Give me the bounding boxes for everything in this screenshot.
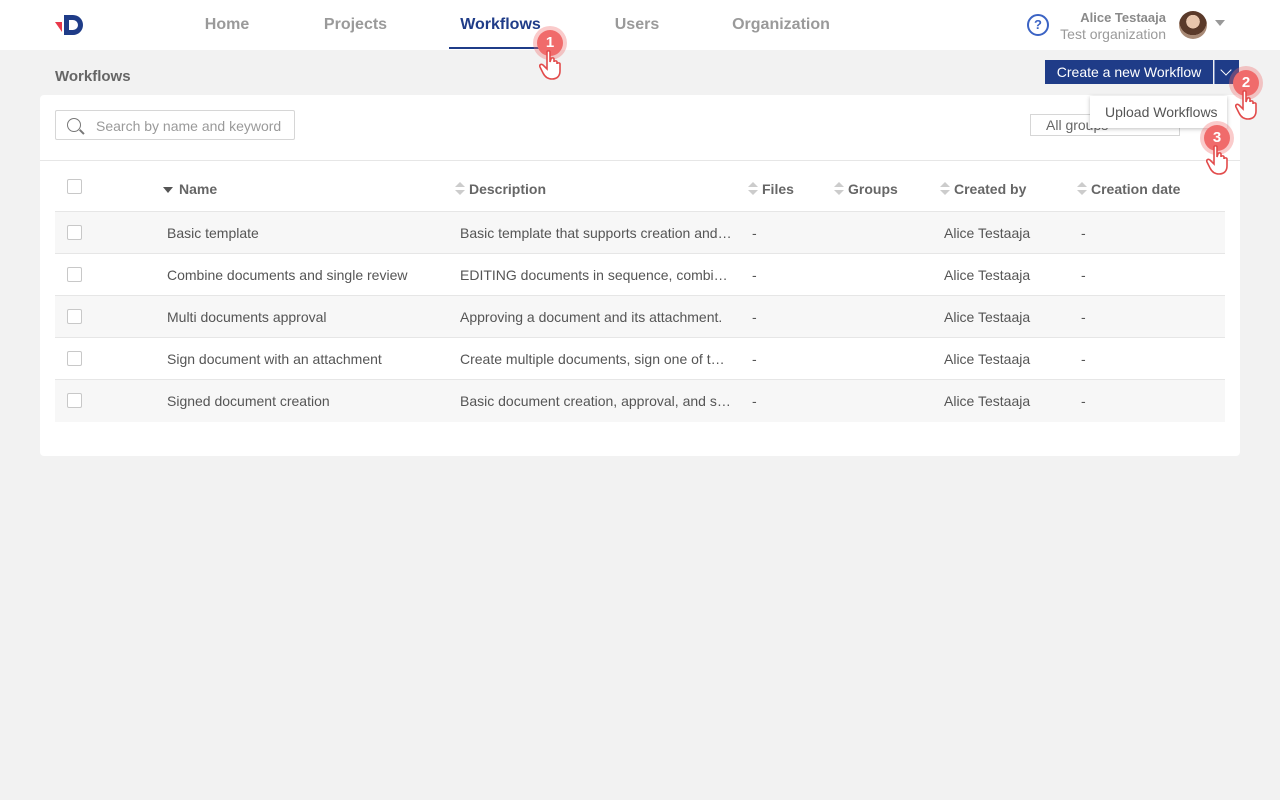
workflows-card: All groups Name Description Files Groups… [40,95,1240,456]
cell-name[interactable]: Signed document creation [167,393,437,409]
nav-organization[interactable]: Organization [727,0,835,50]
step-marker-2: 2 [1233,70,1263,120]
cell-name[interactable]: Sign document with an attachment [167,351,437,367]
sort-icon [940,182,950,196]
row-checkbox[interactable] [67,351,82,366]
cell-creation-date: - [1081,225,1086,241]
pointing-hand-icon [1206,145,1228,175]
cell-creation-date: - [1081,351,1086,367]
cell-description: Basic template that supports creation an… [460,225,732,241]
sort-icon [834,182,844,196]
divider [40,160,1240,161]
cell-files: - [752,393,757,409]
column-header-description[interactable]: Description [455,181,546,197]
cell-description: Basic document creation, approval, and s… [460,393,732,409]
create-options-menu: Upload Workflows [1090,96,1227,128]
cell-created-by: Alice Testaaja [944,225,1031,241]
nav-projects[interactable]: Projects [318,0,393,50]
sort-icon [1077,182,1087,196]
cell-files: - [752,309,757,325]
column-header-created-by[interactable]: Created by [940,181,1026,197]
cell-description: EDITING documents in sequence, combine t… [460,267,732,283]
cell-name[interactable]: Multi documents approval [167,309,437,325]
nav-home[interactable]: Home [197,0,257,50]
cell-description: Create multiple documents, sign one of t… [460,351,732,367]
table-row[interactable]: Sign document with an attachment Create … [55,338,1225,380]
search-icon [67,118,81,132]
chevron-down-icon[interactable] [1215,20,1225,26]
search-input[interactable] [96,116,286,136]
column-header-name[interactable]: Name [163,181,217,197]
create-workflow-button[interactable]: Create a new Workflow [1045,60,1213,84]
cell-created-by: Alice Testaaja [944,393,1031,409]
cell-name[interactable]: Combine documents and single review [167,267,437,283]
select-all-checkbox[interactable] [67,179,82,194]
table-row[interactable]: Signed document creation Basic document … [55,380,1225,422]
cell-created-by: Alice Testaaja [944,267,1031,283]
help-icon[interactable]: ? [1027,14,1049,36]
sort-icon [748,182,758,196]
step-marker-3: 3 [1204,125,1234,175]
cell-files: - [752,267,757,283]
nav-users[interactable]: Users [607,0,667,50]
cell-created-by: Alice Testaaja [944,351,1031,367]
step-marker-1: 1 [537,30,567,80]
table-row[interactable]: Combine documents and single review EDIT… [55,254,1225,296]
cell-creation-date: - [1081,309,1086,325]
cell-created-by: Alice Testaaja [944,309,1031,325]
row-checkbox[interactable] [67,393,82,408]
app-logo-icon[interactable] [55,12,89,38]
pointing-hand-icon [1235,90,1257,120]
cell-files: - [752,225,757,241]
cell-name[interactable]: Basic template [167,225,437,241]
search-box [55,110,295,140]
table-row[interactable]: Multi documents approval Approving a doc… [55,296,1225,338]
row-checkbox[interactable] [67,309,82,324]
column-header-groups[interactable]: Groups [834,181,898,197]
pointing-hand-icon [539,50,561,80]
row-checkbox[interactable] [67,225,82,240]
row-checkbox[interactable] [67,267,82,282]
cell-description: Approving a document and its attachment. [460,309,723,325]
column-header-creation-date[interactable]: Creation date [1077,181,1180,197]
page-title: Workflows [55,68,131,85]
user-organization: Test organization [1060,26,1166,42]
sort-icon [455,182,465,196]
cell-creation-date: - [1081,267,1086,283]
top-navbar: Home Projects Workflows Users Organizati… [0,0,1280,50]
sort-desc-icon [163,187,173,193]
cell-creation-date: - [1081,393,1086,409]
upload-workflows-menu-item[interactable]: Upload Workflows [1105,104,1218,120]
avatar[interactable] [1179,11,1207,39]
cell-files: - [752,351,757,367]
column-header-files[interactable]: Files [748,181,794,197]
user-name[interactable]: Alice Testaaja [1080,10,1166,25]
table-row[interactable]: Basic template Basic template that suppo… [55,212,1225,254]
